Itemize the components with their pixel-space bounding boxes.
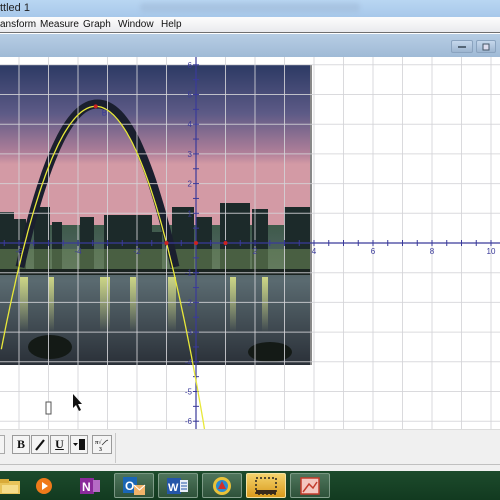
- window-title: ttled 1: [0, 2, 30, 14]
- text-color-button[interactable]: [70, 435, 88, 454]
- graph-point[interactable]: [223, 241, 228, 245]
- powerpoint-icon: [300, 476, 320, 495]
- photo-shoreline: [0, 269, 310, 275]
- y-axis-label: 3: [188, 150, 193, 159]
- toolbar-divider: [0, 464, 500, 465]
- graph-point[interactable]: [93, 104, 98, 109]
- x-axis-label: 8: [430, 247, 435, 256]
- y-axis-label: -1: [185, 269, 193, 278]
- onenote-icon: N: [80, 477, 100, 494]
- svg-text:N: N: [82, 480, 91, 494]
- symbol-palette-icon: π√ 3: [95, 439, 109, 453]
- text-color-icon: [73, 439, 85, 450]
- y-axis-label: 6: [188, 61, 193, 70]
- svg-text:3: 3: [99, 447, 102, 453]
- background-photo: [0, 65, 312, 365]
- window-title-blurred: [140, 3, 360, 12]
- taskbar-outlook[interactable]: O: [114, 473, 154, 498]
- photo-tree: [28, 335, 72, 359]
- y-axis-label: -5: [185, 388, 193, 397]
- menu-help[interactable]: Help: [161, 19, 182, 30]
- minimize-button[interactable]: [451, 40, 473, 53]
- y-axis-label: -6: [185, 417, 193, 426]
- taskbar-sketchpad[interactable]: [202, 473, 242, 498]
- taskbar: N O W: [0, 471, 500, 500]
- italic-button[interactable]: [31, 435, 49, 454]
- title-bar: ttled 1: [0, 0, 500, 17]
- symbol-palette-button[interactable]: π√ 3: [92, 435, 112, 454]
- taskbar-snipping-tool[interactable]: [246, 473, 286, 498]
- menu-bar: ansform Measure Graph Window Help: [0, 17, 500, 33]
- menu-graph[interactable]: Graph: [83, 19, 111, 30]
- taskbar-powerpoint[interactable]: [290, 473, 330, 498]
- menu-transform[interactable]: ansform: [0, 19, 36, 30]
- y-axis-label: 4: [188, 120, 193, 129]
- photo-reflection: [100, 277, 110, 332]
- snipping-tool-icon: [255, 476, 277, 495]
- taskbar-onenote[interactable]: N: [70, 473, 110, 498]
- menu-measure[interactable]: Measure: [40, 19, 79, 30]
- menu-window[interactable]: Window: [118, 19, 154, 30]
- graph-point[interactable]: [194, 241, 198, 245]
- photo-reflection: [20, 277, 28, 332]
- outlook-icon: O: [123, 476, 146, 495]
- sketch-canvas[interactable]: -6 -4 -2 2 4 6 8 10 6 5 4 3 2 1 -1 -2 -3 -4 -5 -6 B: [0, 57, 500, 429]
- photo-reflection: [168, 277, 176, 332]
- italic-icon: [35, 439, 45, 451]
- text-format-toolbar: B U π√ 3: [0, 429, 500, 471]
- svg-text:W: W: [168, 482, 179, 494]
- graph-point[interactable]: [164, 241, 169, 245]
- svg-text:O: O: [125, 479, 134, 493]
- x-axis-label: 4: [312, 247, 317, 256]
- y-axis-label: 5: [188, 91, 193, 100]
- bold-button[interactable]: B: [12, 435, 30, 454]
- minimize-icon: [458, 45, 466, 48]
- photo-border: [310, 65, 312, 365]
- y-axis-label: 2: [188, 180, 193, 189]
- photo-lights: [0, 249, 310, 269]
- x-axis-label: 6: [371, 247, 376, 256]
- format-partial-button[interactable]: [0, 435, 5, 454]
- taskbar-word[interactable]: W: [158, 473, 198, 498]
- sketchpad-icon: [213, 476, 231, 495]
- photo-reflection: [262, 277, 268, 332]
- restore-icon: [482, 43, 490, 50]
- media-player-icon: [36, 477, 52, 494]
- x-axis-label: -2: [133, 247, 141, 256]
- photo-reflection: [130, 277, 136, 332]
- photo-reflection: [230, 277, 236, 332]
- x-axis-label: -4: [74, 247, 82, 256]
- text-caret-box: [45, 401, 52, 415]
- document-toolbar: [0, 34, 500, 57]
- graph-svg[interactable]: -6 -4 -2 2 4 6 8 10654321-1-2-3-4-5-6 B: [0, 57, 500, 429]
- y-axis-label: -2: [185, 298, 193, 307]
- restore-button[interactable]: [476, 40, 496, 53]
- underline-button[interactable]: U: [50, 435, 69, 454]
- x-axis-label: 10: [487, 247, 496, 256]
- point-label: B: [102, 108, 107, 117]
- file-explorer-icon: [0, 478, 20, 494]
- y-axis-label: 1: [188, 209, 193, 218]
- taskbar-media-player[interactable]: [24, 473, 64, 498]
- x-axis-label: 2: [253, 247, 258, 256]
- word-icon: W: [167, 477, 188, 494]
- toolbar-separator: [115, 433, 116, 463]
- svg-text:π√: π√: [95, 439, 102, 446]
